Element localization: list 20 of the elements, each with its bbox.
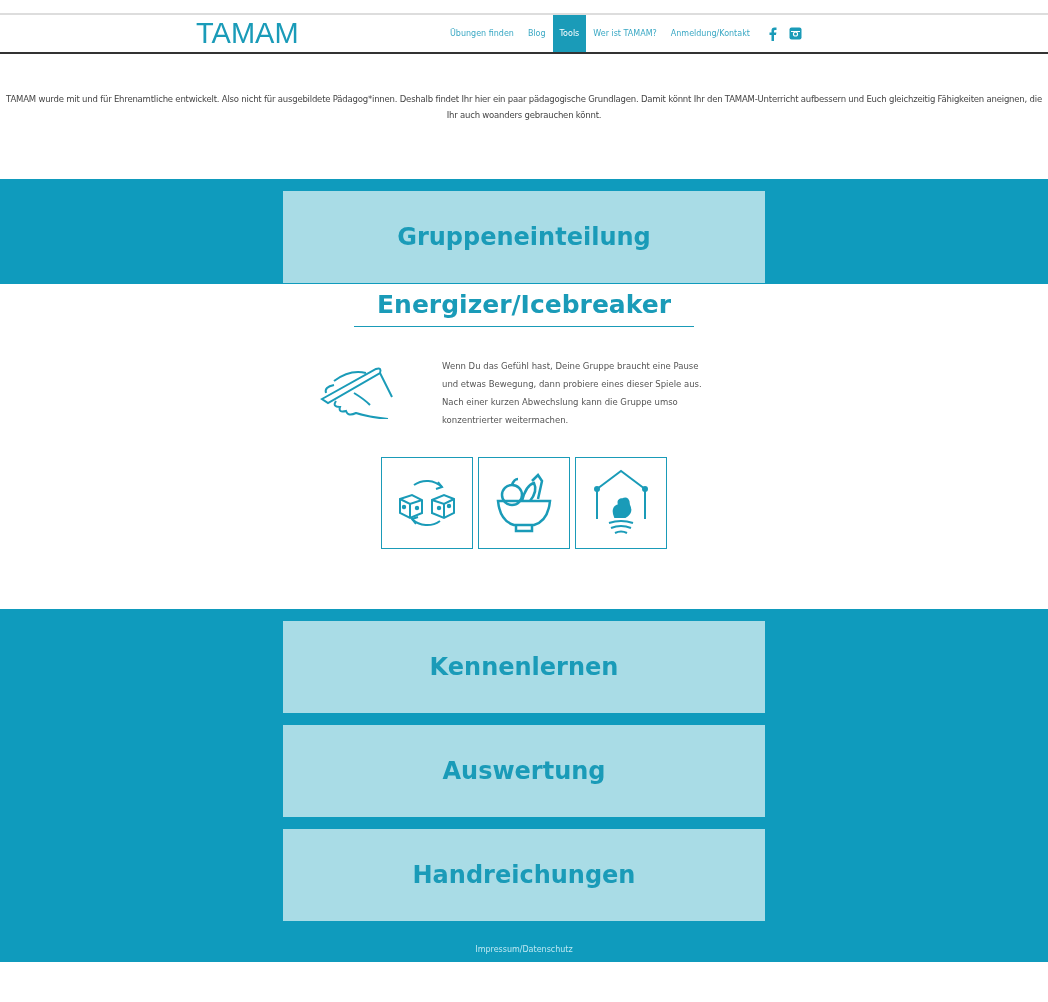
fruit-bowl-icon [494,471,554,535]
instagram-icon[interactable] [788,27,802,40]
nav-link[interactable]: Wer ist TAMAM? [586,15,664,52]
section-button[interactable]: Handreichungen [283,829,765,921]
logo[interactable]: TAMAM [196,15,316,52]
section-heading[interactable]: Energizer/Icebreaker [354,290,694,327]
section-button[interactable]: Gruppeneinteilung [283,191,765,283]
description-text: Wenn Du das Gefühl hast, Deine Gruppe braucht eine Pause und etwas Bewegung, dann probiere eines dieser Spiele aus. Nach einer kurzen Abwechslung kann die Gruppe umso konzentrierter weitermachen. [442,360,703,427]
nav-link[interactable]: Blog [520,15,553,52]
footer-link[interactable]: Impressum/Datenschutz [475,945,573,954]
intro-text: TAMAM wurde mit und für Ehrenamtliche entwickelt. Also nicht für ausgebildete Pädagog*innen. Deshalb findet Ihr hier ein paar pädagogische Grundlagen. Damit könnt Ihr den TAMAM-Unterricht aufbessern und Euch gleichzeitig Fähigkeiten aneignen, die Ihr auch woanders gebrauchen könnt. [6,93,1042,122]
category-tile[interactable] [575,457,667,549]
section-button[interactable]: Kennenlernen [283,621,765,713]
category-tile[interactable] [478,457,570,549]
section-button[interactable]: Auswertung [283,725,765,817]
nav-link[interactable]: Anmeldung/Kontakt [663,15,757,52]
facebook-icon[interactable] [768,26,777,41]
category-tile[interactable] [381,457,473,549]
nav-link[interactable]: Tools [552,15,587,52]
nav-link[interactable]: Übungen finden [443,15,521,52]
